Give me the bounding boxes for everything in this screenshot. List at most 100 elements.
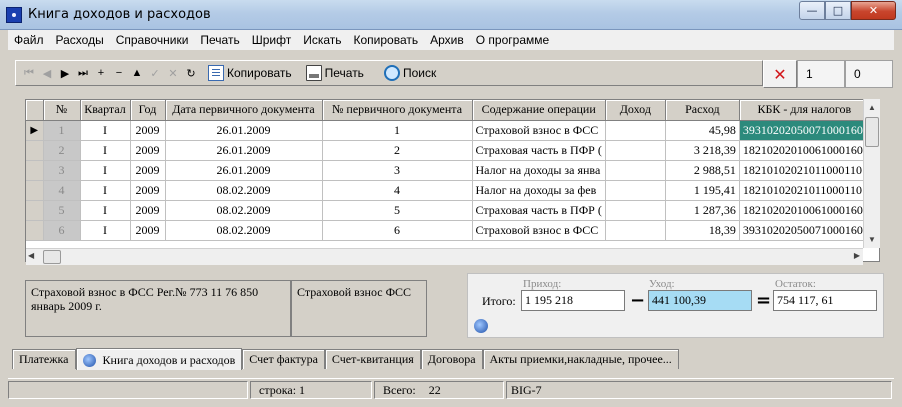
operation-short-memo[interactable]: Страховой взнос ФСС: [291, 280, 427, 337]
next-record-icon[interactable]: ▶: [56, 64, 74, 82]
menu-copy[interactable]: Копировать: [348, 33, 425, 47]
menu-about[interactable]: О программе: [470, 33, 555, 47]
operation-details-memo[interactable]: Страховой взнос в ФСС Рег.№ 773 11 76 85…: [25, 280, 291, 337]
cell-expense[interactable]: 18,39: [665, 220, 740, 241]
menu-search[interactable]: Искать: [297, 33, 347, 47]
cell-doc-number[interactable]: 6: [322, 220, 473, 241]
cell-expense[interactable]: 2 988,51: [665, 160, 740, 181]
cell-year[interactable]: 2009: [130, 140, 166, 161]
menu-print[interactable]: Печать: [194, 33, 245, 47]
table-row[interactable]: 2 I 2009 26.01.2009 2 Страховая часть в …: [26, 140, 870, 161]
cell-year[interactable]: 2009: [130, 120, 166, 141]
cell-quarter[interactable]: I: [80, 200, 131, 221]
table-row[interactable]: 6 I 2009 08.02.2009 6 Страховой взнос в …: [26, 220, 870, 241]
scroll-right-icon[interactable]: ▶: [854, 251, 860, 260]
cell-operation[interactable]: Налог на доходы за фев: [472, 180, 606, 201]
cell-doc-date[interactable]: 26.01.2009: [165, 140, 323, 161]
cell-quarter[interactable]: I: [80, 180, 131, 201]
cell-quarter[interactable]: I: [80, 140, 131, 161]
close-button[interactable]: ✕: [851, 1, 896, 20]
tab-payment[interactable]: Платежка: [12, 349, 76, 369]
globe-icon[interactable]: [474, 319, 488, 333]
cell-doc-date[interactable]: 26.01.2009: [165, 160, 323, 181]
table-row[interactable]: ▶ 1 I 2009 26.01.2009 1 Страховой взнос …: [26, 120, 870, 141]
cell-kbk[interactable]: 18210102021011000110: [739, 160, 870, 181]
col-header-operation[interactable]: Содержание операции: [472, 100, 606, 121]
cell-expense[interactable]: 45,98: [665, 120, 740, 141]
scroll-up-icon[interactable]: ▲: [864, 99, 880, 116]
post-record-icon[interactable]: ✓: [146, 64, 164, 82]
col-header-doc-date[interactable]: Дата первичного документа: [165, 100, 323, 121]
cell-operation[interactable]: Страховой взнос в ФСС: [472, 120, 606, 141]
col-header-kbk[interactable]: КБК - для налогов: [739, 100, 870, 121]
cell-income[interactable]: [605, 220, 666, 241]
prior-record-icon[interactable]: ◀: [38, 64, 56, 82]
search-button[interactable]: Поиск: [383, 65, 436, 81]
cell-doc-number[interactable]: 2: [322, 140, 473, 161]
tab-invoice[interactable]: Счет фактура: [242, 349, 325, 369]
balance-total-field[interactable]: 754 117, 61: [773, 290, 877, 311]
horizontal-scroll-thumb[interactable]: [43, 250, 61, 264]
cell-operation[interactable]: Страховая часть в ПФР (: [472, 200, 606, 221]
cell-income[interactable]: [605, 200, 666, 221]
cell-kbk[interactable]: 39310202050071000160: [739, 220, 870, 241]
cell-doc-date[interactable]: 08.02.2009: [165, 200, 323, 221]
delete-record-icon[interactable]: −: [110, 64, 128, 82]
cell-kbk[interactable]: 39310202050071000160: [739, 120, 870, 141]
cell-expense[interactable]: 1 195,41: [665, 180, 740, 201]
cell-operation[interactable]: Страховая часть в ПФР (: [472, 140, 606, 161]
cell-quarter[interactable]: I: [80, 120, 131, 141]
minimize-button[interactable]: —: [799, 1, 825, 20]
tab-contracts[interactable]: Договора: [420, 349, 483, 369]
cell-doc-number[interactable]: 1: [322, 120, 473, 141]
records-grid[interactable]: № Квартал Год Дата первичного документа …: [25, 99, 880, 262]
menu-expenses[interactable]: Расходы: [50, 33, 110, 47]
cell-kbk[interactable]: 18210202010061000160: [739, 200, 870, 221]
last-record-icon[interactable]: ⏭: [74, 64, 92, 82]
cell-expense[interactable]: 3 218,39: [665, 140, 740, 161]
cell-doc-number[interactable]: 4: [322, 180, 473, 201]
cell-kbk[interactable]: 18210202010061000160: [739, 140, 870, 161]
cell-number[interactable]: 3: [43, 160, 81, 181]
table-row[interactable]: 5 I 2009 08.02.2009 5 Страховая часть в …: [26, 200, 870, 221]
edit-record-icon[interactable]: ▲: [128, 64, 146, 82]
print-button[interactable]: Печать: [305, 65, 364, 81]
cell-doc-date[interactable]: 08.02.2009: [165, 180, 323, 201]
cell-kbk[interactable]: 18210102021011000110: [739, 180, 870, 201]
col-header-income[interactable]: Доход: [605, 100, 666, 121]
col-header-number[interactable]: №: [43, 100, 81, 121]
income-total-field[interactable]: 1 195 218: [521, 290, 625, 311]
maximize-button[interactable]: □: [825, 1, 851, 20]
first-record-icon[interactable]: ⏮: [20, 64, 38, 82]
expense-total-field[interactable]: 441 100,39: [648, 290, 752, 311]
insert-record-icon[interactable]: +: [92, 64, 110, 82]
col-header-doc-number[interactable]: № первичного документа: [322, 100, 473, 121]
cell-number[interactable]: 5: [43, 200, 81, 221]
menu-file[interactable]: Файл: [8, 33, 50, 47]
menu-font[interactable]: Шрифт: [246, 33, 297, 47]
tab-receipt[interactable]: Счет-квитанция: [324, 349, 421, 369]
menu-references[interactable]: Справочники: [110, 33, 195, 47]
cell-doc-date[interactable]: 08.02.2009: [165, 220, 323, 241]
copy-button[interactable]: Копировать: [208, 65, 292, 81]
cell-doc-number[interactable]: 3: [322, 160, 473, 181]
cell-quarter[interactable]: I: [80, 220, 131, 241]
cell-operation[interactable]: Налог на доходы за янва: [472, 160, 606, 181]
col-header-year[interactable]: Год: [130, 100, 166, 121]
grid-vertical-scrollbar[interactable]: ▲ ▼: [863, 99, 880, 248]
grid-horizontal-scrollbar[interactable]: ◀ ▶: [26, 248, 863, 265]
cell-year[interactable]: 2009: [130, 200, 166, 221]
cell-number[interactable]: 6: [43, 220, 81, 241]
cancel-record-icon[interactable]: ✕: [164, 64, 182, 82]
col-header-expense[interactable]: Расход: [665, 100, 740, 121]
cell-income[interactable]: [605, 160, 666, 181]
tab-income-expense-book[interactable]: Книга доходов и расходов: [75, 348, 243, 370]
cell-doc-date[interactable]: 26.01.2009: [165, 120, 323, 141]
cell-quarter[interactable]: I: [80, 160, 131, 181]
cell-year[interactable]: 2009: [130, 220, 166, 241]
cell-number[interactable]: 1: [43, 120, 81, 141]
scroll-down-icon[interactable]: ▼: [864, 231, 880, 248]
scroll-left-icon[interactable]: ◀: [28, 251, 34, 260]
cell-year[interactable]: 2009: [130, 160, 166, 181]
menu-archive[interactable]: Архив: [424, 33, 470, 47]
